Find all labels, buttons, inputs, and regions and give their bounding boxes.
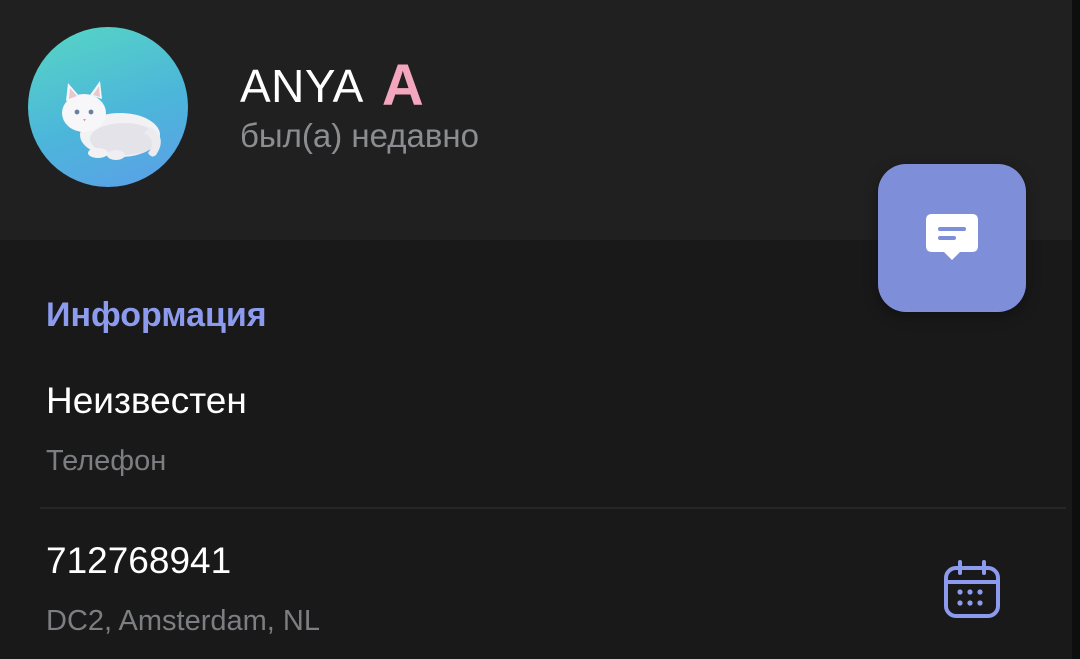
section-title-info: Информация [46, 296, 267, 334]
phone-label: Телефон [46, 445, 167, 477]
last-seen-status: был(а) недавно [240, 117, 479, 154]
profile-name-row: ANYA A [240, 56, 424, 116]
cat-image [62, 81, 161, 160]
profile-name: ANYA [240, 60, 364, 112]
phone-value[interactable]: Неизвестен [46, 380, 247, 422]
window-edge [1072, 0, 1080, 659]
user-id-value[interactable]: 712768941 [46, 540, 231, 582]
name-badge: A [381, 53, 424, 118]
avatar[interactable] [28, 27, 188, 187]
datacenter-label: DC2, Amsterdam, NL [46, 605, 320, 637]
message-button[interactable] [878, 164, 1026, 312]
calendar-icon[interactable] [940, 560, 1004, 620]
chat-bubble-icon [926, 214, 978, 260]
divider [40, 507, 1066, 509]
